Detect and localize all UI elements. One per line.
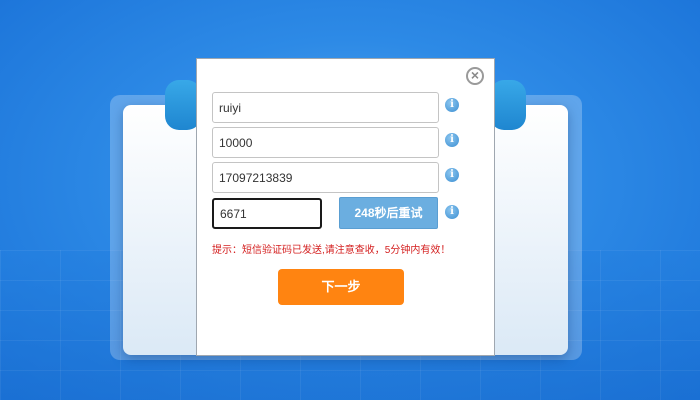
info-icon[interactable]: i	[445, 98, 459, 112]
info-icon[interactable]: i	[445, 168, 459, 182]
phone-input[interactable]	[212, 162, 439, 193]
resend-code-button[interactable]: 248秒后重试	[339, 197, 438, 229]
amount-input[interactable]	[212, 127, 439, 158]
sms-code-input[interactable]	[212, 198, 322, 229]
background-stage: × i i i 248秒后重试 i 提示：短信验证码已发送,请注意查收，5分钟内…	[0, 0, 700, 400]
close-icon[interactable]: ×	[466, 67, 484, 85]
info-icon[interactable]: i	[445, 133, 459, 147]
username-input[interactable]	[212, 92, 439, 123]
next-step-button[interactable]: 下一步	[278, 269, 404, 305]
sms-hint-text: 提示：短信验证码已发送,请注意查收，5分钟内有效！	[212, 245, 451, 256]
ribbon-right	[490, 80, 526, 130]
info-icon[interactable]: i	[445, 205, 459, 219]
